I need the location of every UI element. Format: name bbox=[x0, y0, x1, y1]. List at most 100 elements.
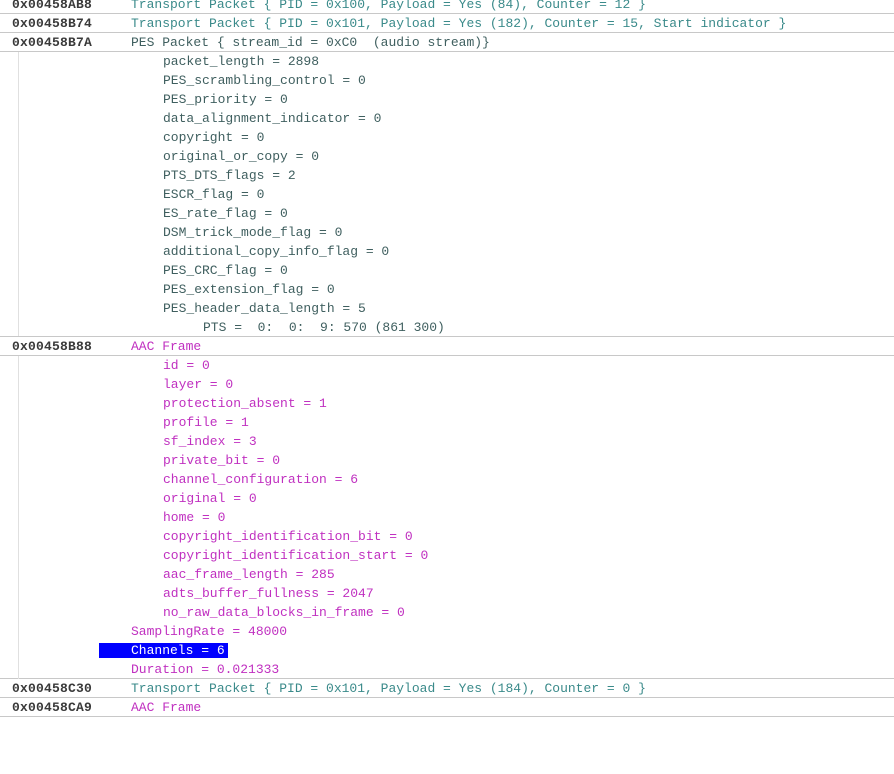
aac-field-row[interactable]: profile = 1 bbox=[0, 413, 894, 432]
pes-field-row[interactable]: PES_header_data_length = 5 bbox=[0, 299, 894, 318]
aac-field-row[interactable]: copyright_identification_bit = 0 bbox=[0, 527, 894, 546]
aac-field: id = 0 bbox=[163, 358, 210, 373]
pes-field-row[interactable]: packet_length = 2898 bbox=[0, 52, 894, 71]
tree-gutter bbox=[0, 166, 19, 185]
pes-field: PES_header_data_length = 5 bbox=[163, 301, 366, 316]
tree-gutter bbox=[0, 242, 19, 261]
entry-pes-packet[interactable]: 0x00458B7A PES Packet { stream_id = 0xC0… bbox=[0, 33, 894, 52]
duration-value: Duration = 0.021333 bbox=[131, 662, 280, 677]
tree-gutter bbox=[0, 90, 19, 109]
aac-field-row[interactable]: adts_buffer_fullness = 2047 bbox=[0, 584, 894, 603]
aac-field-row[interactable]: original = 0 bbox=[0, 489, 894, 508]
tree-gutter bbox=[0, 489, 19, 508]
entry-address: 0x00458CA9 bbox=[12, 700, 93, 715]
aac-field: sf_index = 3 bbox=[163, 434, 257, 449]
tree-gutter bbox=[0, 280, 19, 299]
aac-field-row[interactable]: private_bit = 0 bbox=[0, 451, 894, 470]
pes-field-row[interactable]: DSM_trick_mode_flag = 0 bbox=[0, 223, 894, 242]
pes-field-row[interactable]: PES_scrambling_control = 0 bbox=[0, 71, 894, 90]
tree-gutter bbox=[0, 432, 19, 451]
pes-field: ESCR_flag = 0 bbox=[163, 187, 265, 202]
tree-gutter bbox=[0, 52, 19, 71]
pes-field-row[interactable]: additional_copy_info_flag = 0 bbox=[0, 242, 894, 261]
aac-field-row[interactable]: sf_index = 3 bbox=[0, 432, 894, 451]
tree-gutter bbox=[0, 318, 19, 337]
tree-gutter bbox=[0, 584, 19, 603]
aac-field-row[interactable]: protection_absent = 1 bbox=[0, 394, 894, 413]
pes-field-row[interactable]: ESCR_flag = 0 bbox=[0, 185, 894, 204]
tree-gutter bbox=[0, 622, 19, 641]
entry-label: Transport Packet { PID = 0x101, Payload … bbox=[131, 16, 787, 31]
pes-field-row[interactable]: original_or_copy = 0 bbox=[0, 147, 894, 166]
pes-field: PTS_DTS_flags = 2 bbox=[163, 168, 296, 183]
aac-field-row[interactable]: layer = 0 bbox=[0, 375, 894, 394]
channels-row-selected[interactable]: Channels = 6 bbox=[0, 641, 894, 660]
pes-field: copyright = 0 bbox=[163, 130, 265, 145]
tree-gutter bbox=[0, 185, 19, 204]
tree-gutter bbox=[0, 508, 19, 527]
aac-field: private_bit = 0 bbox=[163, 453, 281, 468]
tree-gutter bbox=[0, 546, 19, 565]
tree-gutter bbox=[0, 109, 19, 128]
stream-tree-view[interactable]: 0x00458AB8 Transport Packet { PID = 0x10… bbox=[0, 0, 894, 717]
pes-field-row[interactable]: PTS_DTS_flags = 2 bbox=[0, 166, 894, 185]
pes-field-row[interactable]: data_alignment_indicator = 0 bbox=[0, 109, 894, 128]
tree-gutter bbox=[0, 394, 19, 413]
pes-field: PES_CRC_flag = 0 bbox=[163, 263, 288, 278]
pts-row[interactable]: PTS = 0: 0: 9: 570 (861 300) bbox=[0, 318, 894, 337]
tree-gutter bbox=[0, 147, 19, 166]
duration-row[interactable]: Duration = 0.021333 bbox=[0, 660, 894, 679]
pes-field-row[interactable]: ES_rate_flag = 0 bbox=[0, 204, 894, 223]
sampling-rate-value: SamplingRate = 48000 bbox=[131, 624, 288, 639]
pes-field-row[interactable]: copyright = 0 bbox=[0, 128, 894, 147]
pes-field: ES_rate_flag = 0 bbox=[163, 206, 288, 221]
channels-value: Channels = 6 bbox=[131, 643, 225, 658]
tree-gutter bbox=[0, 299, 19, 318]
pes-field: PES_priority = 0 bbox=[163, 92, 288, 107]
pts-value: PTS = 0: 0: 9: 570 (861 300) bbox=[203, 320, 445, 335]
entry-label: AAC Frame bbox=[131, 700, 202, 715]
aac-field: copyright_identification_start = 0 bbox=[163, 548, 429, 563]
aac-field-row[interactable]: no_raw_data_blocks_in_frame = 0 bbox=[0, 603, 894, 622]
entry-address: 0x00458B7A bbox=[12, 35, 93, 50]
entry-label: Transport Packet { PID = 0x100, Payload … bbox=[131, 0, 646, 12]
aac-field: copyright_identification_bit = 0 bbox=[163, 529, 413, 544]
tree-gutter bbox=[0, 356, 19, 375]
aac-field-row[interactable]: id = 0 bbox=[0, 356, 894, 375]
entry-transport-packet[interactable]: 0x00458B74 Transport Packet { PID = 0x10… bbox=[0, 14, 894, 33]
aac-field-row[interactable]: aac_frame_length = 285 bbox=[0, 565, 894, 584]
tree-gutter bbox=[0, 451, 19, 470]
aac-field: adts_buffer_fullness = 2047 bbox=[163, 586, 374, 601]
entry-transport-packet[interactable]: 0x00458AB8 Transport Packet { PID = 0x10… bbox=[0, 0, 894, 14]
pes-field: DSM_trick_mode_flag = 0 bbox=[163, 225, 343, 240]
aac-field-row[interactable]: home = 0 bbox=[0, 508, 894, 527]
entry-transport-packet[interactable]: 0x00458C30 Transport Packet { PID = 0x10… bbox=[0, 679, 894, 698]
tree-gutter bbox=[0, 641, 19, 660]
pes-field-row[interactable]: PES_extension_flag = 0 bbox=[0, 280, 894, 299]
entry-address: 0x00458C30 bbox=[12, 681, 93, 696]
tree-gutter bbox=[0, 261, 19, 280]
tree-gutter bbox=[0, 565, 19, 584]
aac-field: channel_configuration = 6 bbox=[163, 472, 359, 487]
pes-field-row[interactable]: PES_priority = 0 bbox=[0, 90, 894, 109]
entry-address: 0x00458B88 bbox=[12, 339, 93, 354]
pes-field-row[interactable]: PES_CRC_flag = 0 bbox=[0, 261, 894, 280]
sampling-rate-row[interactable]: SamplingRate = 48000 bbox=[0, 622, 894, 641]
pes-field: PES_extension_flag = 0 bbox=[163, 282, 335, 297]
aac-field: home = 0 bbox=[163, 510, 226, 525]
pes-field: data_alignment_indicator = 0 bbox=[163, 111, 382, 126]
entry-aac-frame[interactable]: 0x00458CA9 AAC Frame bbox=[0, 698, 894, 717]
aac-field: original = 0 bbox=[163, 491, 257, 506]
aac-field: profile = 1 bbox=[163, 415, 249, 430]
tree-gutter bbox=[0, 375, 19, 394]
tree-gutter bbox=[0, 204, 19, 223]
entry-label: Transport Packet { PID = 0x101, Payload … bbox=[131, 681, 646, 696]
entry-aac-frame[interactable]: 0x00458B88 AAC Frame bbox=[0, 336, 894, 356]
aac-field: aac_frame_length = 285 bbox=[163, 567, 335, 582]
aac-field-row[interactable]: channel_configuration = 6 bbox=[0, 470, 894, 489]
aac-field-row[interactable]: copyright_identification_start = 0 bbox=[0, 546, 894, 565]
entry-label: PES Packet { stream_id = 0xC0 (audio str… bbox=[131, 35, 490, 50]
tree-gutter bbox=[0, 223, 19, 242]
pes-field: original_or_copy = 0 bbox=[163, 149, 320, 164]
tree-gutter bbox=[0, 128, 19, 147]
